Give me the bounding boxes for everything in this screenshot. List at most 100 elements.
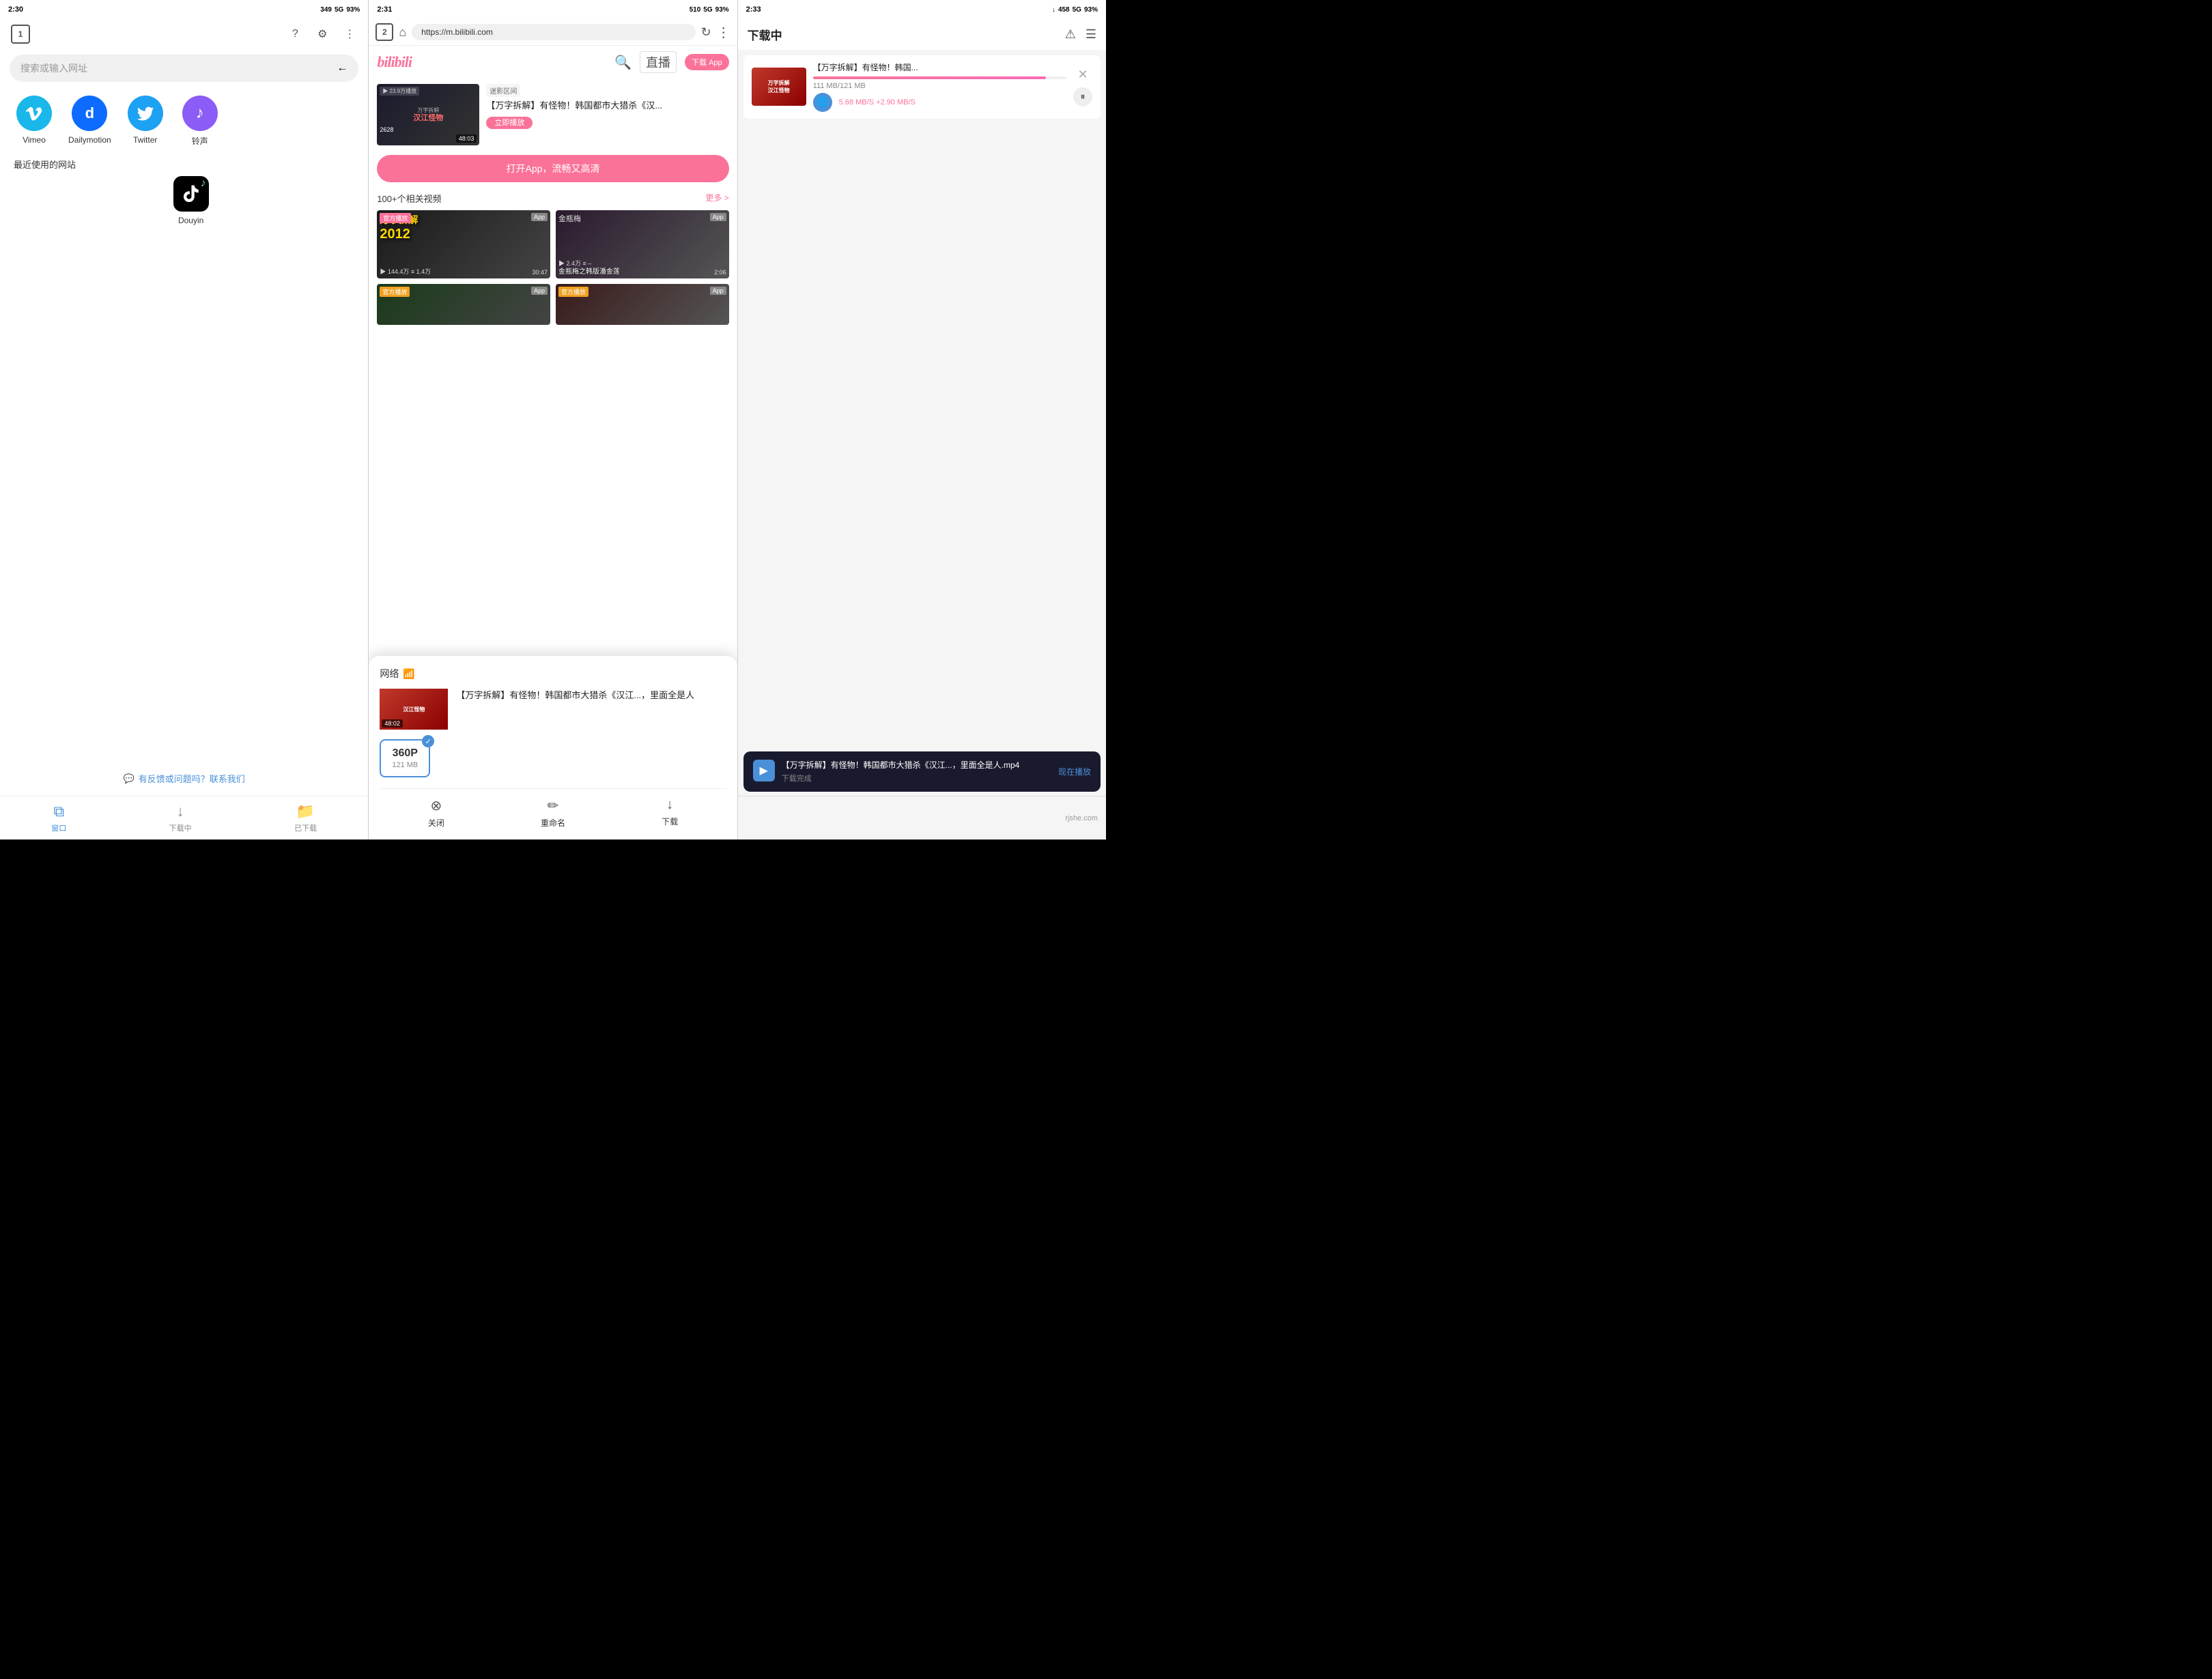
download-size: 111 MB/121 MB [813,82,866,90]
bilibili-search-icon[interactable]: 🔍 [614,54,632,71]
bilibili-header: bilibili 🔍 直播 下载 App [369,46,737,78]
shortcut-vimeo[interactable]: Vimeo [14,96,55,147]
close-circle-icon: ⊗ [431,797,442,814]
shortcut-twitter[interactable]: Twitter [125,96,166,147]
bilibili-logo: bilibili [377,53,412,71]
download-progress-bar [813,76,1066,79]
feedback-text[interactable]: 有反馈或问题吗？联系我们 [139,772,245,785]
twitter-icon [128,96,163,131]
list-icon[interactable]: ☰ [1086,27,1096,42]
related-app-badge-2: App [531,287,548,295]
panel-windows: 2:30 349 5G 93% 1 ? ⚙ ⋮ 搜索或输入网址 ← [0,0,368,840]
more-link[interactable]: 更多 > [705,192,728,205]
overlay-duration: 48:02 [382,719,403,728]
status-bar-p3: 2:33 ↓ 458 5G 93% [738,0,1106,19]
quality-check-icon: ✓ [422,735,434,747]
shortcut-dailymotion[interactable]: d Dailymotion [68,96,111,147]
chat-icon: 💬 [124,773,134,784]
nav-window[interactable]: ⧉ 窗口 [51,803,66,833]
shortcut-douyin[interactable]: ♪ Douyin [171,176,212,225]
douyin-label: Douyin [178,216,203,225]
download-size-row: 111 MB/121 MB [813,82,1066,90]
home-icon[interactable]: ⌂ [399,25,406,40]
battery-p2: 93% [715,6,729,14]
bottom-nav-p1: ⧉ 窗口 ↓ 下载中 📁 已下载 [0,796,368,840]
download-info: 【万字拆解】有怪物！韩国... 111 MB/121 MB 🌐 5.68 MB/… [813,62,1066,112]
quality-360p-btn[interactable]: ✓ 360P 121 MB [380,739,430,777]
tab-count-p2[interactable]: 2 [375,23,393,41]
douyin-icon: ♪ [173,176,209,212]
play-now-btn[interactable]: 立即播放 [486,116,728,128]
download-globe-btn[interactable]: 🌐 [813,93,832,112]
video-duration: 48:03 [456,134,477,143]
search-bar[interactable]: 搜索或输入网址 ← [10,55,358,82]
ringtone-icon: ♪ [182,96,218,131]
rename-label: 重命名 [541,817,565,829]
p3-header: 下载中 ⚠ ☰ [738,19,1106,50]
related-app-badge-0: App [531,213,548,221]
related-partial-1[interactable]: App 官方播放 [556,284,729,325]
help-button[interactable]: ? [287,27,302,42]
video-views-bottom: 2628 [380,126,393,133]
related-views-1: ▶ 2.4万 ≡ – [558,259,591,268]
download-pause-btn[interactable]: ⏸ [1073,87,1092,106]
download-progress-fill [813,76,1047,79]
close-label: 关闭 [428,817,444,829]
download-notification: ▶ 【万字拆解】有怪物！韩国都市大猎杀《汉江...，里面全是人.mp4 下载完成… [743,751,1101,792]
rename-icon: ✏ [548,797,559,814]
play-now-label: 立即播放 [486,117,533,129]
related-partial-0[interactable]: App 官方播放 [377,284,550,325]
notif-action-btn[interactable]: 现在播放 [1058,766,1091,777]
related-videos-grid: 万字拆解2012 官方播放 App ▶ 144.4万 ≡ 1.4万 30:47 … [369,207,737,281]
settings-button[interactable]: ⚙ [315,27,330,42]
status-time-p1: 2:30 [8,5,23,14]
downloading-icon: ↓ [177,803,184,820]
recent-sites-label: 最近使用的网站 [0,155,368,176]
bilibili-download-app-btn[interactable]: 下载 App [685,54,729,70]
network-label: 网络 📶 [380,667,726,680]
related-card-1[interactable]: 金瓶梅 App 金瓶梅之韩版潘金莲 ▶ 2.4万 ≡ – 2:06 [556,210,729,278]
dl-thumb-inner: 万字拆解汉江怪物 [752,68,806,106]
gear-icon: ⚙ [317,27,327,41]
status-icons-p1: 349 5G 93% [320,6,360,14]
more-button[interactable]: ⋮ [342,27,357,42]
toolbar-icons-p1: ? ⚙ ⋮ [287,27,357,42]
overlay-close-btn[interactable]: ⊗ 关闭 [428,797,444,829]
shortcuts-grid: Vimeo d Dailymotion Twitter ♪ 铃声 [0,87,368,155]
vimeo-label: Vimeo [23,135,46,145]
nav-downloading[interactable]: ↓ 下载中 [169,803,192,833]
nav-window-label: 窗口 [51,822,66,833]
back-arrow-icon: ← [337,62,348,74]
main-video-thumb[interactable]: 万字拆解 汉江怪物 ▶ 23.9万播放 48:03 2628 [377,84,479,145]
tab-count-p1[interactable]: 1 [11,25,30,44]
related-app-badge-1: App [710,213,726,221]
warning-icon[interactable]: ⚠ [1065,27,1076,42]
nav-downloaded[interactable]: 📁 已下载 [294,803,317,833]
related-stamp-2: 官方播放 [380,287,410,297]
related-views-0: ▶ 144.4万 ≡ 1.4万 [380,267,431,276]
related-duration-1: 2:06 [714,269,726,276]
url-bar[interactable]: https://m.bilibili.com [412,24,695,40]
download-close-btn[interactable]: ✕ [1077,68,1088,82]
refresh-icon[interactable]: ↻ [701,25,711,40]
bilibili-header-icons: 🔍 直播 下载 App [614,51,729,73]
overlay-video-info: 汉江怪物 48:02 【万字拆解】有怪物！韩国都市大猎杀《汉江...，里面全是人 [380,689,726,730]
wifi-off-icon: 📶 [403,668,414,680]
quality-label: 360P [393,747,418,760]
p3-title: 下载中 [748,26,782,43]
network-type-p2: 5G [703,6,712,14]
open-app-button[interactable]: 打开App，流畅又高清 [377,155,728,182]
overlay-rename-btn[interactable]: ✏ 重命名 [541,797,565,829]
bilibili-live-btn[interactable]: 直播 [640,51,677,73]
play-badge: 迷影区间 [486,84,520,97]
related-header: 100+个相关视频 更多 > [369,186,737,207]
panel-browser: 2:31 510 5G 93% 2 ⌂ https://m.bilibili.c… [368,0,737,840]
quality-size: 121 MB [392,761,418,769]
download-action-row: 🌐 5.68 MB/S +2.90 MB/S [813,93,1066,112]
browser-more-icon[interactable]: ⋮ [717,24,731,41]
browser-bar: 2 ⌂ https://m.bilibili.com ↻ ⋮ [369,19,737,46]
related-card-0[interactable]: 万字拆解2012 官方播放 App ▶ 144.4万 ≡ 1.4万 30:47 [377,210,550,278]
feedback-link[interactable]: 💬 有反馈或问题吗？联系我们 [0,772,368,785]
shortcut-ringtone[interactable]: ♪ 铃声 [180,96,221,147]
overlay-download-btn[interactable]: ↓ 下载 [662,797,678,829]
